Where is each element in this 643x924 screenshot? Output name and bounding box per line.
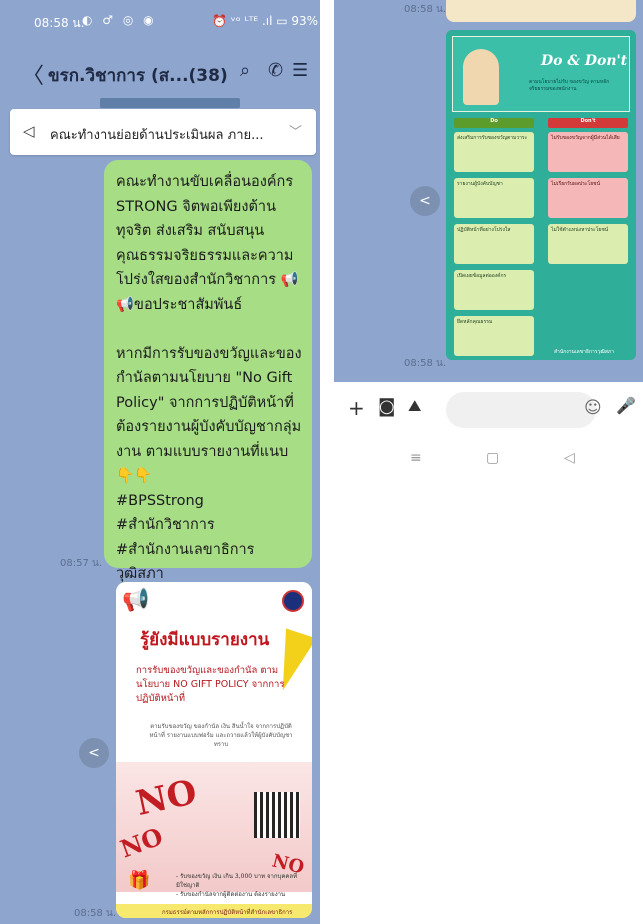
- seal-logo: [282, 590, 304, 612]
- poster-time: 08:58 น.: [74, 908, 117, 919]
- phone-call-icon[interactable]: ✆: [268, 60, 283, 81]
- message-time: 08:58 น.: [404, 358, 447, 369]
- status-right-icons: ⏰ ᵛᵒ ᴸᵀᴱ .ıl ▭ 93%: [212, 14, 319, 28]
- pinned-text: คณะทำงานย่อยด้านประเมินผล ภาย...: [50, 128, 264, 143]
- do-dont-title: Do & Don't: [541, 53, 628, 69]
- previous-image-strip: [446, 0, 636, 22]
- recent-apps-icon[interactable]: ≡: [410, 450, 422, 466]
- dont-item: ไม่เรียกรับผลประโยชน์: [548, 178, 628, 218]
- do-column: Do ส่งเสริมการรับของขวัญตามวาระ รายงานผู…: [454, 118, 534, 360]
- do-item: ยึดหลักคุณธรรม: [454, 316, 534, 356]
- poster-heading: รู้ยังมีแบบรายงาน: [140, 630, 270, 650]
- poster-note: ตามรับของขวัญ ของกำนัล เงิน สินน้ำใจ จาก…: [149, 723, 293, 748]
- do-label: Do: [454, 118, 534, 128]
- do-item: ส่งเสริมการรับของขวัญตามวาระ: [454, 132, 534, 172]
- system-nav-bar: ≡ ▢ ◁: [334, 444, 643, 474]
- message-time: 08:57 น.: [60, 558, 103, 569]
- message-input[interactable]: [446, 392, 596, 428]
- status-time: 08:58 น.: [34, 16, 85, 30]
- status-notification-icons: ◐ ♂ ◎ ◉: [82, 13, 157, 27]
- do-dont-poster-image[interactable]: Do & Don't ตามนโยบายไม่รับ ของขวัญ ตามหล…: [446, 30, 636, 360]
- chat-title[interactable]: ขรก.วิชาการ (ส...(38): [48, 62, 228, 89]
- back-arrow-icon[interactable]: 〈: [22, 58, 44, 90]
- poster-footer: สำนักงานเลขาธิการวุฒิสภา: [554, 349, 615, 355]
- image-icon[interactable]: ⛰: [408, 396, 421, 416]
- left-phone-chat: 08:58 น. ◐ ♂ ◎ ◉ ⏰ ᵛᵒ ᴸᵀᴱ .ıl ▭ 93% 〈 ขร…: [0, 0, 320, 924]
- announcement-icon: ◁: [23, 122, 35, 140]
- poster-subheading: การรับของขวัญและของกำนัล ตามนโยบาย NO GI…: [136, 665, 285, 704]
- message-bubble[interactable]: คณะทำงานขับเคลื่อนองค์กร STRONG จิตพอเพี…: [104, 160, 312, 582]
- message-text: คณะทำงานขับเคลื่อนองค์กร STRONG จิตพอเพี…: [116, 174, 302, 582]
- no-gift-poster-image[interactable]: 📢 รู้ยังมีแบบรายงาน การรับของขวัญและของก…: [116, 582, 312, 918]
- dont-item: ไม่ใช้ตำแหน่งหาประโยชน์: [548, 224, 628, 264]
- plus-icon[interactable]: +: [348, 396, 365, 420]
- poster-header: 📢: [116, 582, 312, 622]
- poster-footer: - รับของขวัญ เงิน เกิน 3,000 บาท จากบุคค…: [176, 873, 298, 898]
- do-dont-subtitle: ตามนโยบายไม่รับ ของขวัญ ตามหลักจริยธรรมข…: [529, 79, 610, 92]
- chevron-down-icon[interactable]: ﹀: [289, 121, 302, 140]
- home-icon[interactable]: ▢: [486, 450, 499, 466]
- message-input-bar: + ◙ ⛰ ☺ 🎤: [334, 384, 643, 436]
- status-bar: 08:58 น. ◐ ♂ ◎ ◉ ⏰ ᵛᵒ ᴸᵀᴱ .ıl ▭ 93%: [0, 0, 320, 40]
- menu-icon[interactable]: ☰: [292, 60, 308, 81]
- poster-band: กรมธรรม์ตามหลักการปฏิบัติหน้าที่สำนักเลข…: [116, 904, 312, 918]
- right-phone-chat: 08:58 น. Do & Don't ตามนโยบายไม่รับ ของข…: [334, 0, 643, 924]
- megaphone-icon: 📢: [122, 588, 150, 613]
- do-item: เปิดเผยข้อมูลต่อองค์กร: [454, 270, 534, 310]
- microphone-icon[interactable]: 🎤: [616, 396, 636, 415]
- image-thumbnail-strip: [100, 98, 240, 108]
- share-icon[interactable]: <: [79, 738, 109, 768]
- dont-item: ไม่รับของขวัญจากผู้มีส่วนได้เสีย: [548, 132, 628, 172]
- share-icon[interactable]: <: [410, 186, 440, 216]
- poster-header: Do & Don't ตามนโยบายไม่รับ ของขวัญ ตามหล…: [452, 36, 630, 112]
- camera-icon[interactable]: ◙: [378, 396, 395, 417]
- do-item: รายงานผู้บังคับบัญชา: [454, 178, 534, 218]
- search-icon[interactable]: ⌕: [240, 60, 250, 81]
- gift-icon: 🎁: [128, 870, 151, 891]
- dont-column: Don't ไม่รับของขวัญจากผู้มีส่วนได้เสีย ไ…: [548, 118, 628, 270]
- dont-label: Don't: [548, 118, 628, 128]
- top-time: 08:58 น.: [404, 4, 447, 15]
- do-item: ปฏิบัติหน้าที่อย่างโปร่งใส: [454, 224, 534, 264]
- pinned-announcement[interactable]: ◁ คณะทำงานย่อยด้านประเมินผล ภาย... ﹀: [10, 109, 316, 155]
- qr-code: [254, 792, 300, 838]
- person-illustration: [463, 49, 499, 105]
- back-icon[interactable]: ◁: [564, 450, 575, 466]
- chat-header: 〈 ขรก.วิชาการ (ส...(38) ⌕ ✆ ☰: [0, 52, 320, 94]
- emoji-icon[interactable]: ☺: [584, 398, 602, 418]
- screenshot-collage: 08:58 น. ◐ ♂ ◎ ◉ ⏰ ᵛᵒ ᴸᵀᴱ .ıl ▭ 93% 〈 ขร…: [0, 0, 643, 924]
